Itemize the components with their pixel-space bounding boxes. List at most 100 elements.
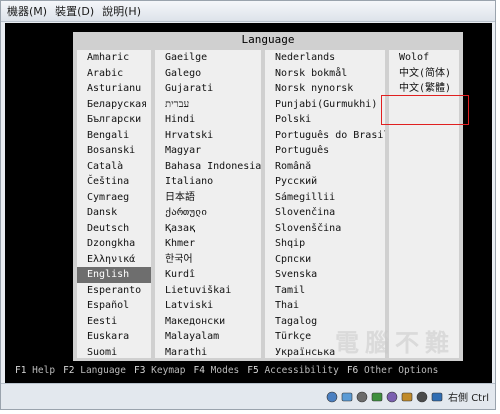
vm-screen[interactable]: Language Amharic Arabic Asturianu Беларуска… bbox=[5, 23, 492, 383]
language-option[interactable]: Galego bbox=[155, 66, 261, 82]
language-option[interactable]: Magyar bbox=[155, 143, 261, 159]
language-option[interactable]: Lietuviškai bbox=[155, 283, 261, 299]
language-option[interactable]: Dansk bbox=[77, 205, 151, 221]
language-option[interactable]: ქართული bbox=[155, 205, 261, 221]
function-key-code: F6 bbox=[346, 364, 359, 376]
network-icon[interactable] bbox=[371, 391, 383, 403]
function-key-f4[interactable]: F4 Modes bbox=[194, 365, 240, 376]
function-key-label: Other Options bbox=[358, 364, 439, 376]
language-option[interactable]: Polski bbox=[265, 112, 385, 128]
language-option[interactable]: Italiano bbox=[155, 174, 261, 190]
language-option[interactable]: Gaeilge bbox=[155, 50, 261, 66]
language-option[interactable]: Svenska bbox=[265, 267, 385, 283]
language-option[interactable]: Shqip bbox=[265, 236, 385, 252]
floppy-icon[interactable] bbox=[356, 391, 368, 403]
language-option[interactable]: Tamil bbox=[265, 283, 385, 299]
function-key-code: F4 bbox=[193, 364, 205, 376]
language-option[interactable]: Български bbox=[77, 112, 151, 128]
language-option[interactable]: Norsk bokmål bbox=[265, 66, 385, 82]
mouse-integration-icon[interactable] bbox=[416, 391, 428, 403]
language-option[interactable]: Sámegillii bbox=[265, 190, 385, 206]
language-option[interactable]: Čeština bbox=[77, 174, 151, 190]
language-option[interactable]: Македонски bbox=[155, 314, 261, 330]
menu-devices[interactable]: 裝置(D) bbox=[55, 3, 94, 19]
language-option[interactable]: 中文(简体) bbox=[389, 66, 459, 82]
language-option[interactable]: Euskara bbox=[77, 329, 151, 345]
host-key-label: 右側 Ctrl bbox=[448, 393, 489, 404]
language-option[interactable]: English bbox=[77, 267, 151, 283]
language-option[interactable]: עברית bbox=[155, 97, 261, 113]
function-key-code: F5 bbox=[247, 364, 259, 376]
language-option[interactable]: Español bbox=[77, 298, 151, 314]
function-key-label: Help bbox=[26, 364, 56, 376]
language-option[interactable]: Norsk nynorsk bbox=[265, 81, 385, 97]
language-option[interactable]: Slovenščina bbox=[265, 221, 385, 237]
language-option[interactable]: Català bbox=[77, 159, 151, 175]
menu-help[interactable]: 說明(H) bbox=[102, 3, 141, 19]
language-option[interactable]: Bahasa Indonesia bbox=[155, 159, 261, 175]
language-option[interactable]: Română bbox=[265, 159, 385, 175]
language-option[interactable]: Hrvatski bbox=[155, 128, 261, 144]
language-option[interactable]: Marathi bbox=[155, 345, 261, 359]
language-option[interactable]: Српски bbox=[265, 252, 385, 268]
language-option[interactable]: Ελληνικά bbox=[77, 252, 151, 268]
language-option[interactable]: Punjabi(Gurmukhi) bbox=[265, 97, 385, 113]
language-option[interactable]: Nederlands bbox=[265, 50, 385, 66]
language-option[interactable]: Hindi bbox=[155, 112, 261, 128]
function-key-label: Language bbox=[74, 364, 126, 376]
function-key-label: Modes bbox=[204, 364, 240, 376]
language-option[interactable]: Amharic bbox=[77, 50, 151, 66]
language-option[interactable]: Esperanto bbox=[77, 283, 151, 299]
language-option[interactable]: Dzongkha bbox=[77, 236, 151, 252]
function-key-f5[interactable]: F5 Accessibility bbox=[247, 365, 339, 376]
language-dialog-title: Language bbox=[241, 33, 295, 46]
language-option[interactable]: Suomi bbox=[77, 345, 151, 359]
function-key-f3[interactable]: F3 Keymap bbox=[134, 365, 186, 376]
menu-machine[interactable]: 機器(M) bbox=[7, 3, 47, 19]
language-option[interactable]: Українська bbox=[265, 345, 385, 359]
language-option[interactable]: Português do Brasil bbox=[265, 128, 385, 144]
language-option[interactable]: Slovenčina bbox=[265, 205, 385, 221]
function-key-label: Accessibility bbox=[258, 364, 339, 376]
host-key-icon[interactable] bbox=[431, 391, 443, 403]
language-option[interactable]: Bosanski bbox=[77, 143, 151, 159]
language-option[interactable]: Cymraeg bbox=[77, 190, 151, 206]
language-option[interactable]: 日本語 bbox=[155, 190, 261, 206]
language-option[interactable]: Asturianu bbox=[77, 81, 151, 97]
function-key-f1[interactable]: F1 Help bbox=[15, 365, 55, 376]
cd-icon[interactable] bbox=[341, 391, 353, 403]
language-option[interactable]: Tagalog bbox=[265, 314, 385, 330]
usb-icon[interactable] bbox=[386, 391, 398, 403]
language-option[interactable]: Bengali bbox=[77, 128, 151, 144]
menubar: 機器(M) 裝置(D) 說明(H) bbox=[1, 1, 495, 22]
language-option[interactable]: Қазақ bbox=[155, 221, 261, 237]
language-option[interactable]: Deutsch bbox=[77, 221, 151, 237]
language-option[interactable]: Thai bbox=[265, 298, 385, 314]
virtualbox-window: 機器(M) 裝置(D) 說明(H) Language Amharic Arabic… bbox=[0, 0, 496, 410]
language-option[interactable]: Wolof bbox=[389, 50, 459, 66]
shared-folder-icon[interactable] bbox=[401, 391, 413, 403]
language-option[interactable]: Khmer bbox=[155, 236, 261, 252]
function-key-f6[interactable]: F6 Other Options bbox=[347, 365, 439, 376]
language-option[interactable]: Português bbox=[265, 143, 385, 159]
language-option[interactable]: Беларуская bbox=[77, 97, 151, 113]
function-key-bar: F1 Help F2 Language F3 Keymap F4 Modes F5 Ac… bbox=[5, 361, 492, 379]
language-option[interactable]: Eesti bbox=[77, 314, 151, 330]
function-key-f2[interactable]: F2 Language bbox=[63, 365, 126, 376]
annotation-highlight-box bbox=[381, 95, 469, 125]
language-option[interactable]: Русский bbox=[265, 174, 385, 190]
language-option[interactable]: Gujarati bbox=[155, 81, 261, 97]
language-option[interactable]: Türkçe bbox=[265, 329, 385, 345]
function-key-code: F2 bbox=[63, 364, 75, 376]
language-option[interactable]: 한국어 bbox=[155, 252, 261, 268]
language-column-1: Amharic Arabic Asturianu Беларуская Българск… bbox=[77, 50, 151, 358]
language-option[interactable]: Latviski bbox=[155, 298, 261, 314]
language-option[interactable]: Arabic bbox=[77, 66, 151, 82]
language-column-2: Gaeilge Galego Gujarati עברית Hindi Hrvatski M… bbox=[155, 50, 261, 358]
hard-disk-icon[interactable] bbox=[326, 391, 338, 403]
language-option[interactable]: Kurdî bbox=[155, 267, 261, 283]
function-key-code: F1 bbox=[15, 364, 27, 376]
status-bar: 右側 Ctrl bbox=[1, 383, 495, 409]
function-key-label: Keymap bbox=[145, 364, 186, 376]
language-option[interactable]: Malayalam bbox=[155, 329, 261, 345]
